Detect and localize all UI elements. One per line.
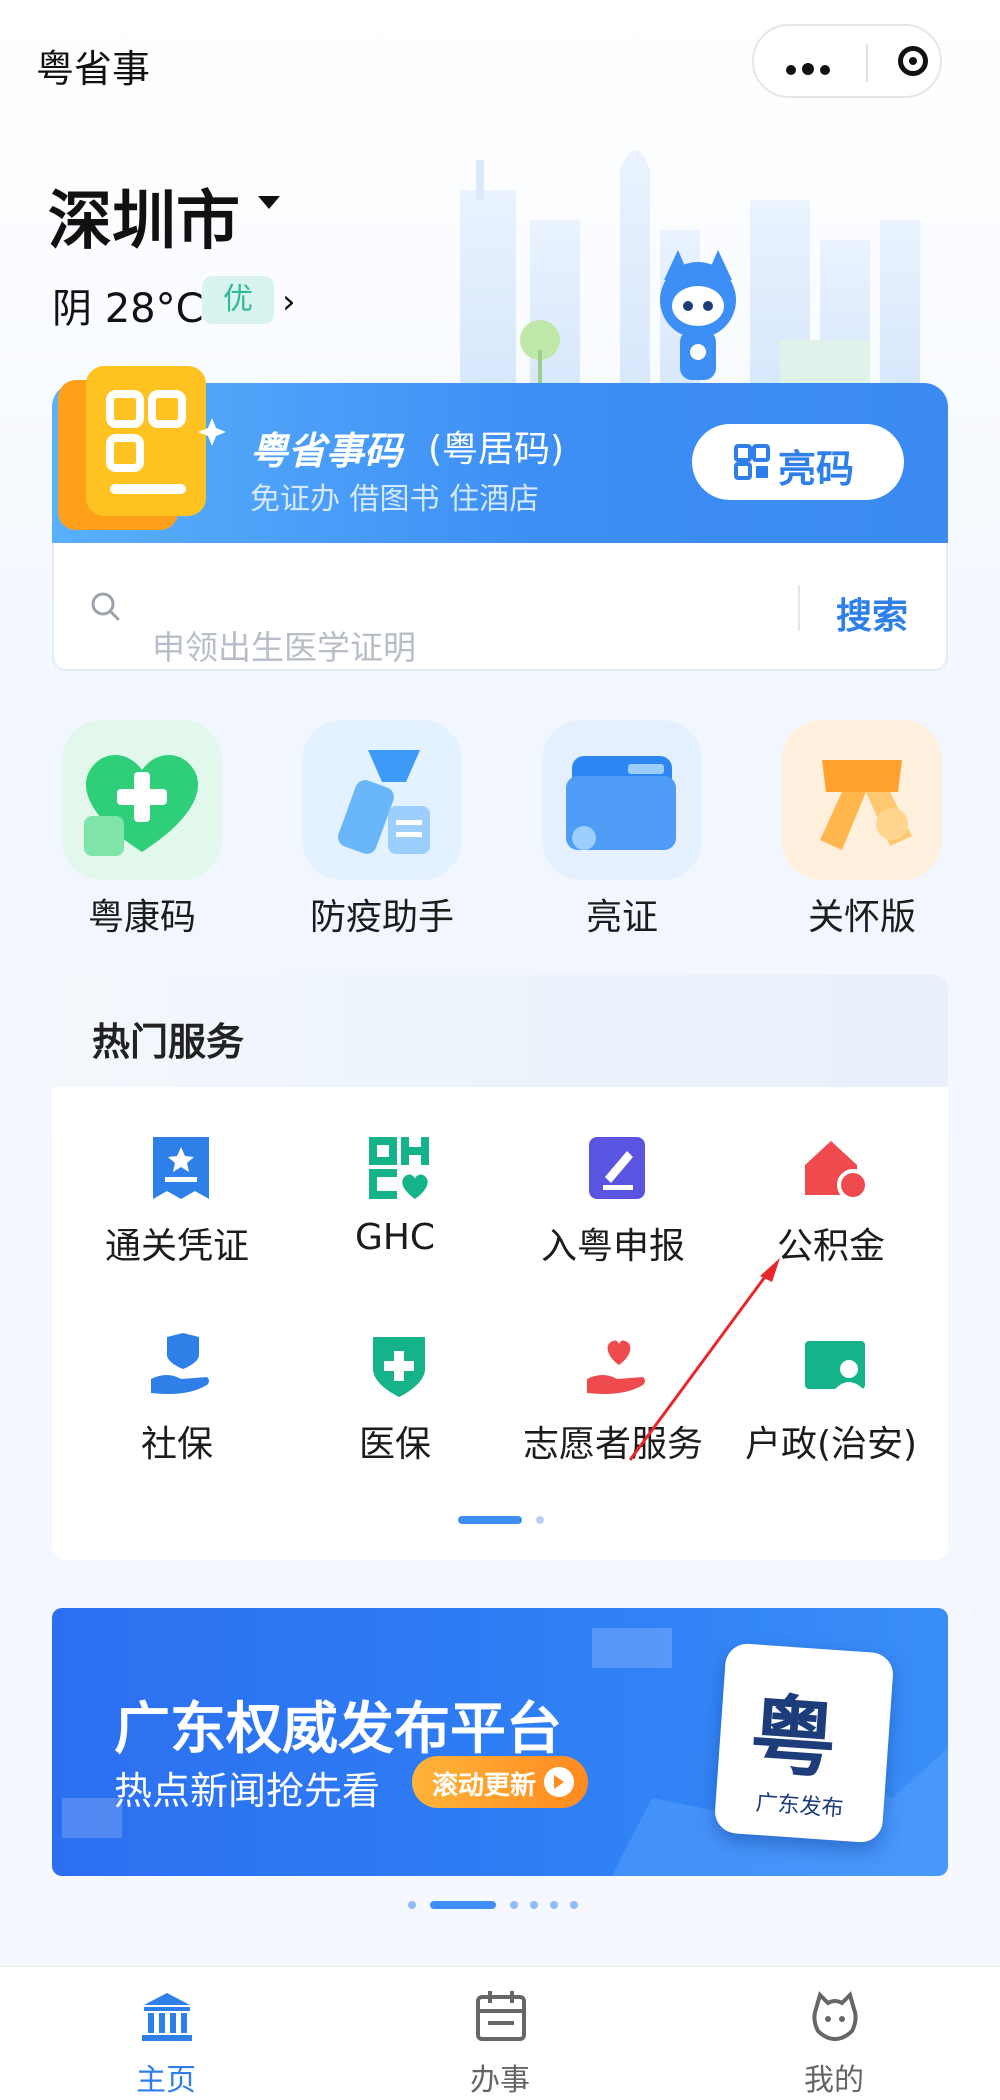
- chevron-right-icon[interactable]: ›: [282, 282, 296, 322]
- carousel-dot[interactable]: [408, 1901, 416, 1909]
- quick-item-label: 防疫助手: [309, 897, 454, 938]
- service-ghc[interactable]: GHC: [285, 1133, 505, 1303]
- logo-glyph: 粤: [746, 1684, 840, 1792]
- carousel-dot[interactable]: [530, 1901, 538, 1909]
- bottom-tab-bar: 主页 办事 我的: [0, 1966, 1000, 2100]
- carousel-indicator-active: [430, 1901, 496, 1909]
- home-icon: [142, 1993, 192, 2041]
- medical-shield-icon: [373, 1337, 425, 1397]
- banner-title: 广东权威发布平台: [114, 1697, 562, 1762]
- arrow-right-icon: [544, 1767, 574, 1797]
- search-divider: [798, 585, 800, 631]
- carousel-dot[interactable]: [570, 1901, 578, 1909]
- hot-services-header: 热门服务: [52, 975, 948, 1087]
- air-quality-badge: 优: [202, 276, 274, 324]
- code-card-description: 免证办 借图书 住酒店: [250, 482, 540, 517]
- hot-services-panel: 热门服务 通关凭证 GHC 入粤申报 公积金 社保 医保 志愿者服务 户政(治安…: [52, 975, 948, 1560]
- banner-subtitle: 热点新闻抢先看: [114, 1769, 381, 1813]
- quick-item-label: 粤康码: [87, 897, 196, 938]
- carousel-dot[interactable]: [510, 1901, 518, 1909]
- quick-item-label: 亮证: [585, 897, 658, 938]
- service-social-security[interactable]: 社保: [67, 1331, 287, 1501]
- house-fund-icon: [805, 1141, 869, 1201]
- carousel-dot[interactable]: [550, 1901, 558, 1909]
- publication-banner[interactable]: 广东权威发布平台 热点新闻抢先看 滚动更新 粤 广东发布: [52, 1608, 948, 1876]
- scarf-icon: [782, 720, 942, 880]
- city-selector[interactable]: 深圳市: [48, 170, 240, 262]
- page-indicator-active: [458, 1516, 522, 1524]
- tab-mine[interactable]: 我的: [734, 1967, 934, 2100]
- search-button[interactable]: 搜索: [836, 587, 908, 639]
- social-security-icon: [151, 1333, 209, 1394]
- scroll-update-badge: 滚动更新: [412, 1756, 588, 1808]
- quick-item-care-mode[interactable]: 关怀版: [782, 720, 942, 940]
- service-label: 通关凭证: [104, 1226, 249, 1267]
- search-input[interactable]: 申领出生医学证明: [152, 621, 416, 669]
- health-heart-icon: [62, 720, 222, 880]
- service-label: 社保: [140, 1424, 213, 1465]
- calendar-icon: [476, 1991, 526, 2041]
- scroll-update-label: 滚动更新: [432, 1771, 537, 1801]
- tab-label: 主页: [136, 2063, 196, 2098]
- annotation-arrow-icon: [628, 1258, 780, 1461]
- qr-icon: [734, 444, 770, 480]
- logo-caption: 广东发布: [754, 1790, 845, 1822]
- title-bar: 粤省事: [0, 0, 1000, 120]
- tab-label: 办事: [470, 2063, 530, 2098]
- hot-services-title: 热门服务: [92, 1020, 245, 1064]
- app-title: 粤省事: [36, 47, 151, 91]
- weather-text: 阴 28°C: [52, 286, 204, 332]
- wallet-card-icon: [542, 720, 702, 880]
- mini-program-capsule: [752, 24, 942, 98]
- profile-icon: [812, 1991, 858, 2042]
- code-card-title: 粤省事码: [250, 429, 403, 473]
- quick-item-epidemic-assistant[interactable]: 防疫助手: [302, 720, 462, 940]
- flashlight-icon: [302, 720, 462, 880]
- show-code-label: 亮码: [778, 447, 855, 491]
- search-bar[interactable]: 申领出生医学证明 搜索: [52, 543, 948, 671]
- household-id-icon: [805, 1341, 865, 1389]
- quick-item-health-code[interactable]: 粤康码: [62, 720, 222, 940]
- quick-item-show-certificate[interactable]: 亮证: [542, 720, 702, 940]
- capsule-divider: [866, 44, 868, 82]
- page-indicator-dot[interactable]: [536, 1516, 544, 1524]
- service-label: 医保: [358, 1424, 431, 1465]
- city-skyline-illustration: [460, 150, 920, 390]
- quick-item-label: 关怀版: [807, 897, 916, 938]
- more-icon[interactable]: [786, 60, 836, 79]
- service-medical-insurance[interactable]: 医保: [285, 1331, 505, 1501]
- tab-services[interactable]: 办事: [400, 1967, 600, 2100]
- tab-label: 我的: [804, 2063, 864, 2098]
- edit-report-icon: [589, 1137, 645, 1199]
- code-card-subtitle: (粤居码): [428, 429, 565, 470]
- certificate-icon: [153, 1137, 209, 1199]
- show-code-button[interactable]: 亮码: [692, 424, 904, 500]
- tab-home[interactable]: 主页: [66, 1967, 266, 2100]
- guangdong-release-logo: 粤 广东发布: [713, 1642, 895, 1844]
- close-icon[interactable]: [898, 46, 928, 76]
- qr-code-icon: [58, 366, 226, 530]
- chevron-down-icon[interactable]: [258, 196, 280, 209]
- service-customs-pass[interactable]: 通关凭证: [67, 1133, 287, 1303]
- service-label: GHC: [354, 1217, 436, 1258]
- ghc-logo-icon: [369, 1137, 429, 1199]
- search-icon: [91, 592, 120, 621]
